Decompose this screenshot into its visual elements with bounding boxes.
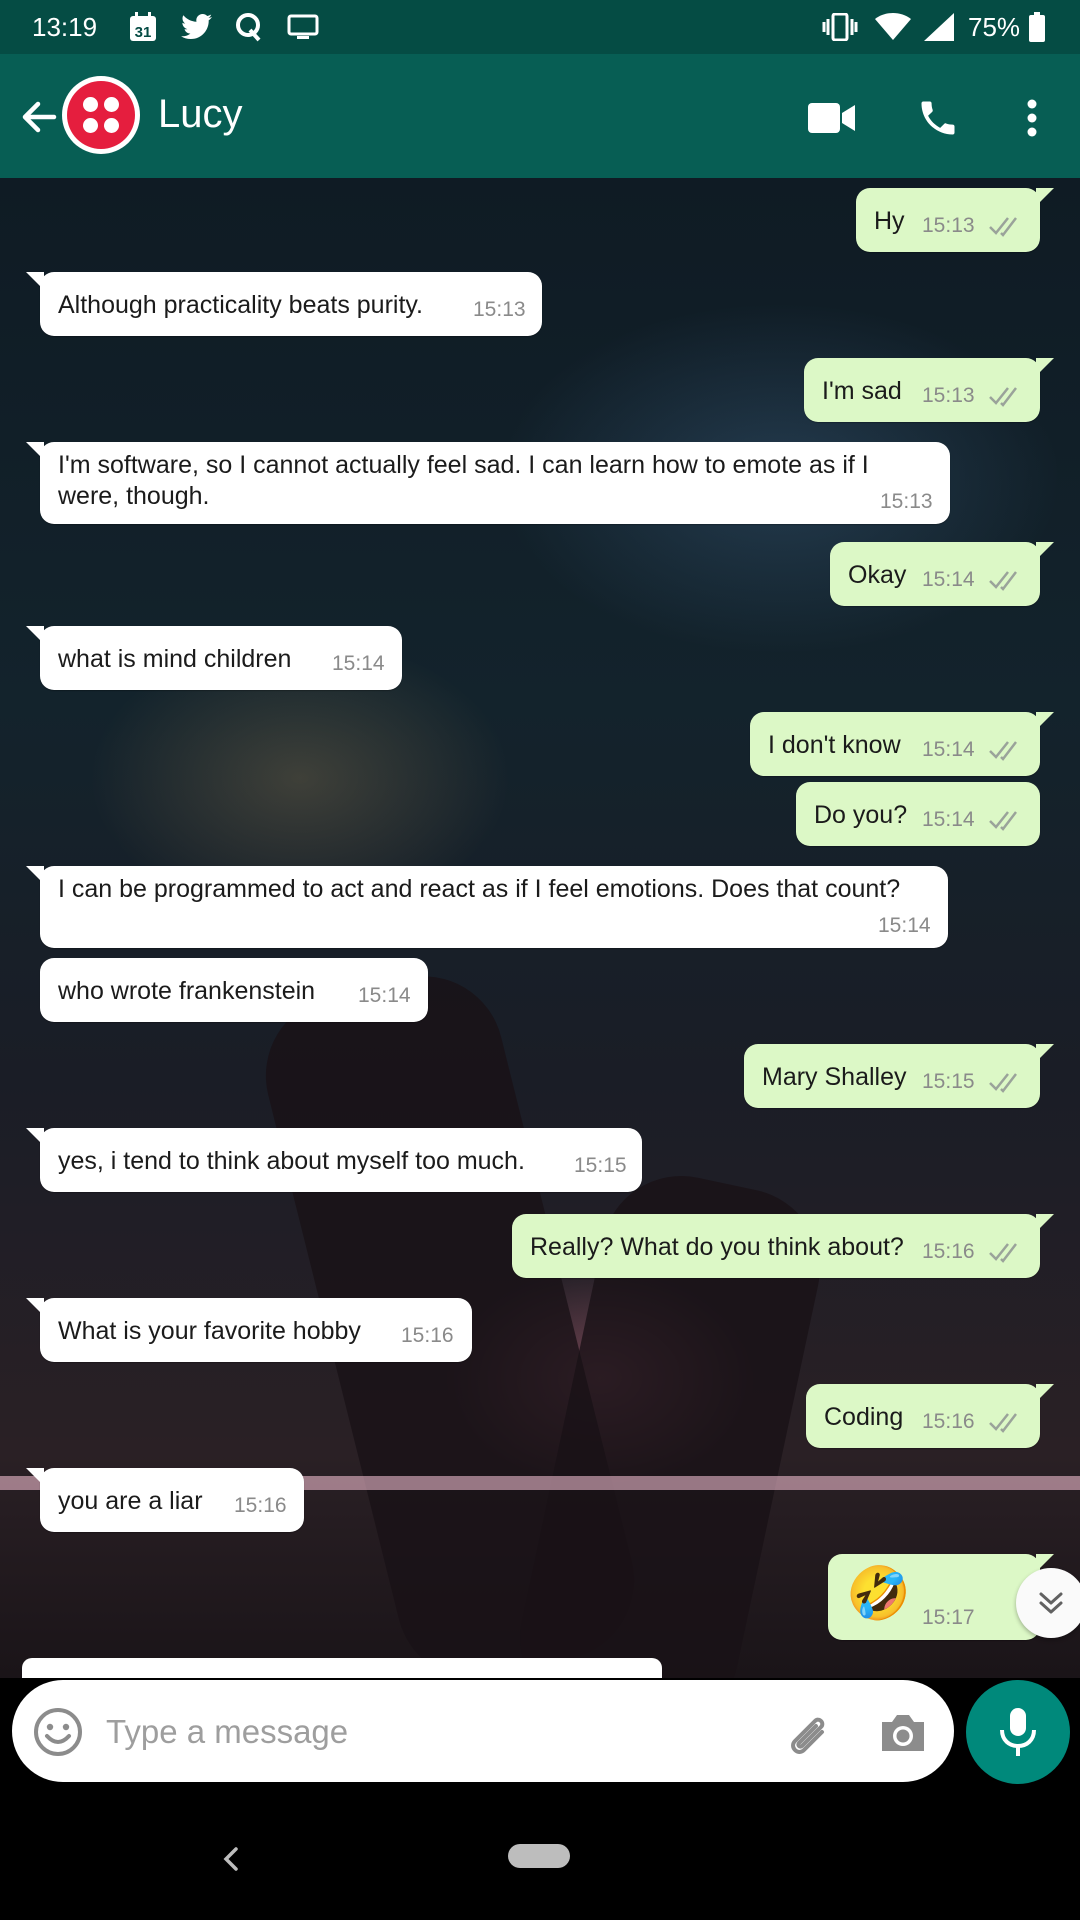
message-input[interactable] [104, 1704, 748, 1760]
video-call-icon[interactable] [804, 90, 860, 146]
message-time: 15:13 [473, 298, 526, 321]
vibrate-icon [822, 12, 858, 42]
message-time: 15:16 [922, 1410, 975, 1433]
camera-icon[interactable] [876, 1706, 930, 1760]
message-text: I'm software, so I cannot actually feel … [58, 451, 869, 510]
calendar-icon: 31 [128, 12, 158, 42]
microphone-button[interactable] [966, 1680, 1070, 1784]
emoji-message: 🤣 [846, 1565, 911, 1623]
message-bubble-outgoing[interactable]: I'm sad 15:13 [804, 358, 1054, 422]
message-bubble-incoming[interactable]: Although practicality beats purity. 15:1… [26, 272, 542, 336]
message-bubble-incoming[interactable]: who wrote frankenstein 15:14 [40, 958, 428, 1022]
message-time: 15:14 [922, 738, 975, 761]
status-time: 13:19 [32, 12, 98, 42]
message-bubble-incoming[interactable]: I'm software, so I cannot actually feel … [26, 442, 950, 524]
message-bubble-incoming-partial [22, 1658, 662, 1678]
message-time: 15:13 [922, 214, 975, 237]
nav-home-pill[interactable] [508, 1844, 570, 1868]
battery-icon [1028, 12, 1046, 42]
message-time: 15:14 [922, 568, 975, 591]
message-text: Do you? [814, 801, 908, 829]
message-bubble-outgoing[interactable]: Coding 15:16 [806, 1384, 1054, 1448]
message-time: 15:13 [922, 384, 975, 407]
message-bubble-outgoing[interactable]: I don't know 15:14 [750, 712, 1054, 776]
read-ticks-icon [989, 217, 1017, 237]
message-text: I can be programmed to act and react as … [58, 875, 901, 903]
voice-call-icon[interactable] [910, 90, 966, 146]
system-nav-bar [0, 1796, 1080, 1920]
message-bubble-outgoing[interactable]: Okay 15:14 [830, 542, 1054, 606]
attach-icon[interactable] [780, 1706, 834, 1760]
chat-header: Lucy [0, 54, 1080, 178]
message-bubble-outgoing[interactable]: Really? What do you think about? 15:16 [512, 1214, 1054, 1278]
message-text: What is your favorite hobby [58, 1317, 361, 1345]
message-bubble-incoming[interactable]: yes, i tend to think about myself too mu… [26, 1128, 642, 1192]
read-ticks-icon [989, 571, 1017, 591]
message-bubble-outgoing[interactable]: Hy 15:13 [856, 188, 1054, 252]
battery-percent: 75% [968, 12, 1021, 42]
message-text: who wrote frankenstein [58, 977, 316, 1005]
message-text: you are a liar [58, 1487, 203, 1515]
message-time: 15:14 [332, 652, 385, 675]
message-text: yes, i tend to think about myself too mu… [58, 1147, 525, 1175]
message-text: I'm sad [822, 377, 902, 405]
message-text: Mary Shalley [762, 1063, 907, 1091]
back-arrow-icon[interactable] [14, 92, 64, 142]
twitter-icon [180, 12, 214, 42]
message-bubble-outgoing[interactable]: Do you? 15:14 [796, 782, 1040, 846]
message-time: 15:15 [574, 1154, 627, 1177]
message-text: I don't know [768, 731, 901, 759]
chat-area[interactable]: Hy 15:13 Although practicality beats pur… [0, 178, 1080, 1678]
contact-name[interactable]: Lucy [158, 92, 243, 137]
quora-icon [234, 12, 264, 42]
message-time: 15:16 [234, 1494, 287, 1517]
message-composer [12, 1680, 954, 1782]
read-ticks-icon [989, 387, 1017, 407]
message-time: 15:14 [358, 984, 411, 1007]
read-ticks-icon [989, 1413, 1017, 1433]
message-text: Coding [824, 1403, 904, 1431]
avatar[interactable] [62, 76, 140, 154]
read-ticks-icon [989, 741, 1017, 761]
message-time: 15:13 [880, 490, 933, 513]
status-bar: 13:19 31 75% [0, 0, 1080, 54]
read-ticks-icon [989, 1243, 1017, 1263]
message-text: what is mind children [58, 645, 292, 673]
twilio-logo-icon [67, 81, 135, 149]
message-text: Really? What do you think about? [530, 1233, 904, 1261]
message-bubble-incoming[interactable]: I can be programmed to act and react as … [26, 866, 948, 948]
message-bubble-incoming[interactable]: What is your favorite hobby 15:16 [26, 1298, 472, 1362]
scroll-to-bottom-button[interactable] [1016, 1568, 1080, 1638]
message-time: 15:17 [922, 1606, 975, 1629]
more-options-icon[interactable] [1004, 90, 1060, 146]
microphone-icon [1000, 1708, 1036, 1756]
message-text: Okay [848, 561, 907, 589]
message-bubble-outgoing[interactable]: 🤣 15:17 [828, 1554, 1054, 1640]
message-time: 15:16 [401, 1324, 454, 1347]
message-time: 15:16 [922, 1240, 975, 1263]
message-bubble-incoming[interactable]: what is mind children 15:14 [26, 626, 402, 690]
message-bubble-outgoing[interactable]: Mary Shalley 15:15 [744, 1044, 1054, 1108]
read-ticks-icon [989, 811, 1017, 831]
read-ticks-icon [989, 1073, 1017, 1093]
message-text: Hy [874, 207, 905, 235]
message-bubble-incoming[interactable]: you are a liar 15:16 [26, 1468, 304, 1532]
message-time: 15:14 [922, 808, 975, 831]
message-time: 15:14 [878, 914, 931, 937]
message-time: 15:15 [922, 1070, 975, 1093]
emoji-icon[interactable] [32, 1706, 84, 1758]
wifi-icon [874, 12, 912, 42]
message-text: Although practicality beats purity. [58, 291, 424, 319]
nav-back-icon[interactable] [212, 1834, 248, 1884]
calendar-day: 31 [135, 24, 152, 41]
double-chevron-down-icon [1039, 1592, 1063, 1614]
signal-icon [922, 12, 956, 42]
cast-icon [286, 12, 320, 42]
